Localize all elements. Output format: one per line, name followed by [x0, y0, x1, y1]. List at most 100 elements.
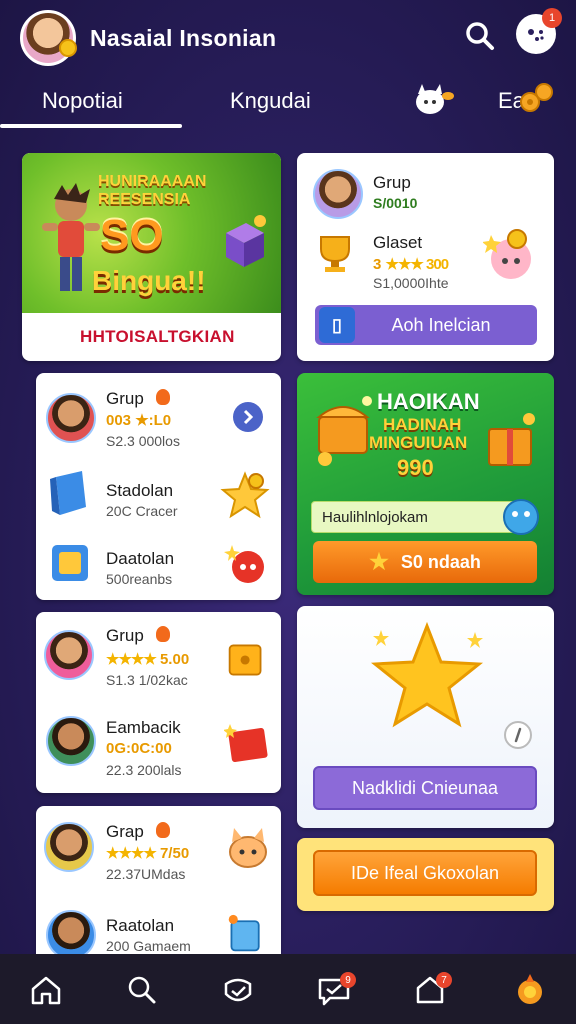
rating-value: 5.00 — [159, 651, 190, 668]
banner-headline-line1: HUNIRAAAAN — [98, 173, 207, 190]
list-item-title: Grup — [106, 389, 144, 408]
promo-headline: HAOIKAN — [377, 389, 480, 414]
info-icon[interactable] — [503, 720, 533, 750]
list-item[interactable]: Grup 003 ★:L0 S2.3 000los — [36, 373, 281, 453]
app-title: Nasaial Insonian — [90, 24, 277, 51]
list-item-sub: 200 Gamaem — [106, 938, 191, 954]
group-title: Grup — [373, 173, 411, 192]
tab-bar: Nopotiai Kngudai Ea — [0, 76, 576, 132]
search-icon[interactable] — [124, 972, 160, 1008]
cup-icon — [228, 914, 260, 952]
gift-title: Glaset — [373, 233, 423, 252]
ghost-icon[interactable] — [410, 80, 454, 118]
promo-card[interactable]: HAOIKAN HADINAH MINGUIUAN 990 Haulihlnlo… — [297, 373, 554, 595]
rating-stars: ★★★★ — [106, 845, 157, 862]
list-item-title: Stadolan — [106, 481, 174, 500]
list-card-1: Grup 003 ★:L0 S2.3 000los Stadolan 20C C… — [36, 373, 281, 600]
avatar — [46, 393, 96, 443]
promo-sub-1: HADINAH — [383, 415, 462, 434]
avatar — [46, 716, 96, 766]
group-card: Grup S/0010 Glaset 3 ★★★ 300 S1,0000Ihte… — [297, 153, 554, 361]
chevron-right-icon[interactable] — [232, 401, 264, 433]
promo-cta-button[interactable]: ★ S0 ndaah — [313, 541, 537, 583]
list-item-title: Grap — [106, 822, 144, 841]
tab-nopotiai[interactable]: Nopotiai — [42, 88, 123, 114]
list-item-sub: 20C Cracer — [106, 503, 178, 519]
yellow-offer-card: IDe Ifeal Gkoxolan — [297, 838, 554, 911]
cube-icon — [226, 215, 266, 267]
gift-rating-prefix: 3 — [373, 256, 382, 273]
list-item[interactable]: Eambacik 0G:0C:00 22.3 200lals — [36, 704, 281, 792]
star-reward-card[interactable]: Nadklidi Cnieunaa — [297, 606, 554, 828]
bell-badge: 7 — [436, 972, 452, 988]
list-item-rating: 0G:0C:00 — [106, 740, 172, 757]
list-item-rating: 003 ★:L0 — [106, 412, 172, 429]
avatar — [44, 822, 94, 872]
list-item-sub: 500reanbs — [106, 571, 173, 587]
avatar — [46, 910, 96, 960]
list-item-sub: 22.37UMdas — [106, 866, 186, 882]
list-item[interactable]: Grup ★★★★ 5.00 S1.3 1/02kac — [36, 612, 281, 702]
home-icon[interactable] — [28, 972, 64, 1008]
group-action-button[interactable]: ▯ Aoh Inelcian — [315, 305, 537, 345]
shield-check-icon[interactable] — [220, 972, 256, 1008]
banner-headline: HUNIRAAAAN REESENSIA — [98, 173, 206, 209]
list-item[interactable]: Grap ★★★★ 7/50 22.37UMdas — [36, 806, 281, 894]
tab-kngudai[interactable]: Kngudai — [230, 88, 311, 114]
coins-icon — [520, 83, 553, 112]
rating-value: 7/50 — [159, 845, 190, 862]
list-item-sub: S2.3 000los — [106, 433, 180, 449]
avatar — [313, 169, 363, 219]
smiley-icon — [503, 499, 539, 535]
list-item[interactable]: Daatolan 500reanbs — [36, 529, 281, 599]
promo-sub-2: MINGUIUAN — [369, 433, 468, 452]
list-item-rating: ★★★★ 7/50 — [106, 844, 189, 862]
group-action-label: Aoh Inelcian — [391, 314, 491, 335]
star-card-button-label: Nadklidi Cnieunaa — [351, 777, 499, 798]
promo-cta-label: S0 ndaah — [400, 551, 481, 572]
avatar — [44, 630, 94, 680]
cat-icon — [229, 828, 267, 868]
list-item-sub: 22.3 200lals — [106, 762, 182, 778]
big-star-icon — [370, 621, 484, 728]
trophy-icon — [320, 236, 350, 272]
gift-box-icon — [488, 413, 535, 466]
calendar-badge-icon — [224, 724, 268, 762]
promo-amount: 990 — [397, 455, 434, 480]
list-item-title: Eambacik — [106, 718, 181, 737]
coin-icon — [59, 39, 77, 57]
yellow-offer-label: IDe Ifeal Gkoxolan — [350, 862, 500, 883]
banner-sub-text: Bingua!! — [92, 265, 206, 296]
bottom-nav: 9 7 — [0, 954, 576, 1024]
treasure-chest-icon — [316, 396, 372, 466]
list-item-rating: ★★★★ 5.00 — [106, 650, 189, 668]
list-item-title: Raatolan — [106, 916, 175, 935]
fire-icon — [156, 626, 170, 642]
puzzle-icon — [50, 471, 86, 515]
active-tab-indicator — [0, 124, 182, 128]
red-ball-icon — [224, 545, 264, 583]
list-card-2: Grup ★★★★ 5.00 S1.3 1/02kac Eambacik 0G:… — [36, 612, 281, 793]
fire-icon — [156, 389, 170, 405]
notification-badge: 1 — [542, 8, 562, 28]
promo-input[interactable]: Haulihlnlojokam — [311, 501, 525, 533]
chat-badge: 9 — [340, 972, 356, 988]
banner-headline-line2: REESENSIA — [98, 191, 191, 208]
star-icon: ★ — [369, 549, 389, 574]
yellow-offer-button[interactable]: IDe Ifeal Gkoxolan — [313, 850, 537, 896]
box-icon — [52, 545, 88, 581]
search-icon[interactable] — [462, 18, 498, 54]
profile-avatar[interactable] — [20, 10, 77, 66]
rating-stars: ★★★★ — [106, 651, 157, 668]
list-item[interactable]: Stadolan 20C Cracer — [36, 459, 281, 529]
banner-artwork: HUNIRAAAAN REESENSIA SO Bingua!! — [22, 153, 281, 313]
gift-sub: S1,0000Ihte — [373, 275, 449, 291]
featured-banner-card[interactable]: HUNIRAAAAN REESENSIA SO Bingua!! HHTOISA… — [22, 153, 281, 361]
profile-flame-icon[interactable] — [512, 972, 548, 1008]
list-card-3: Grap ★★★★ 7/50 22.37UMdas Raatolan 200 G… — [36, 806, 281, 966]
star-card-button[interactable]: Nadklidi Cnieunaa — [313, 766, 537, 810]
group-value: S/0010 — [373, 195, 418, 211]
list-item-title: Daatolan — [106, 549, 175, 568]
game-controller-button[interactable]: 1 — [516, 8, 562, 54]
promo-input-text: Haulihlnlojokam — [322, 509, 428, 526]
